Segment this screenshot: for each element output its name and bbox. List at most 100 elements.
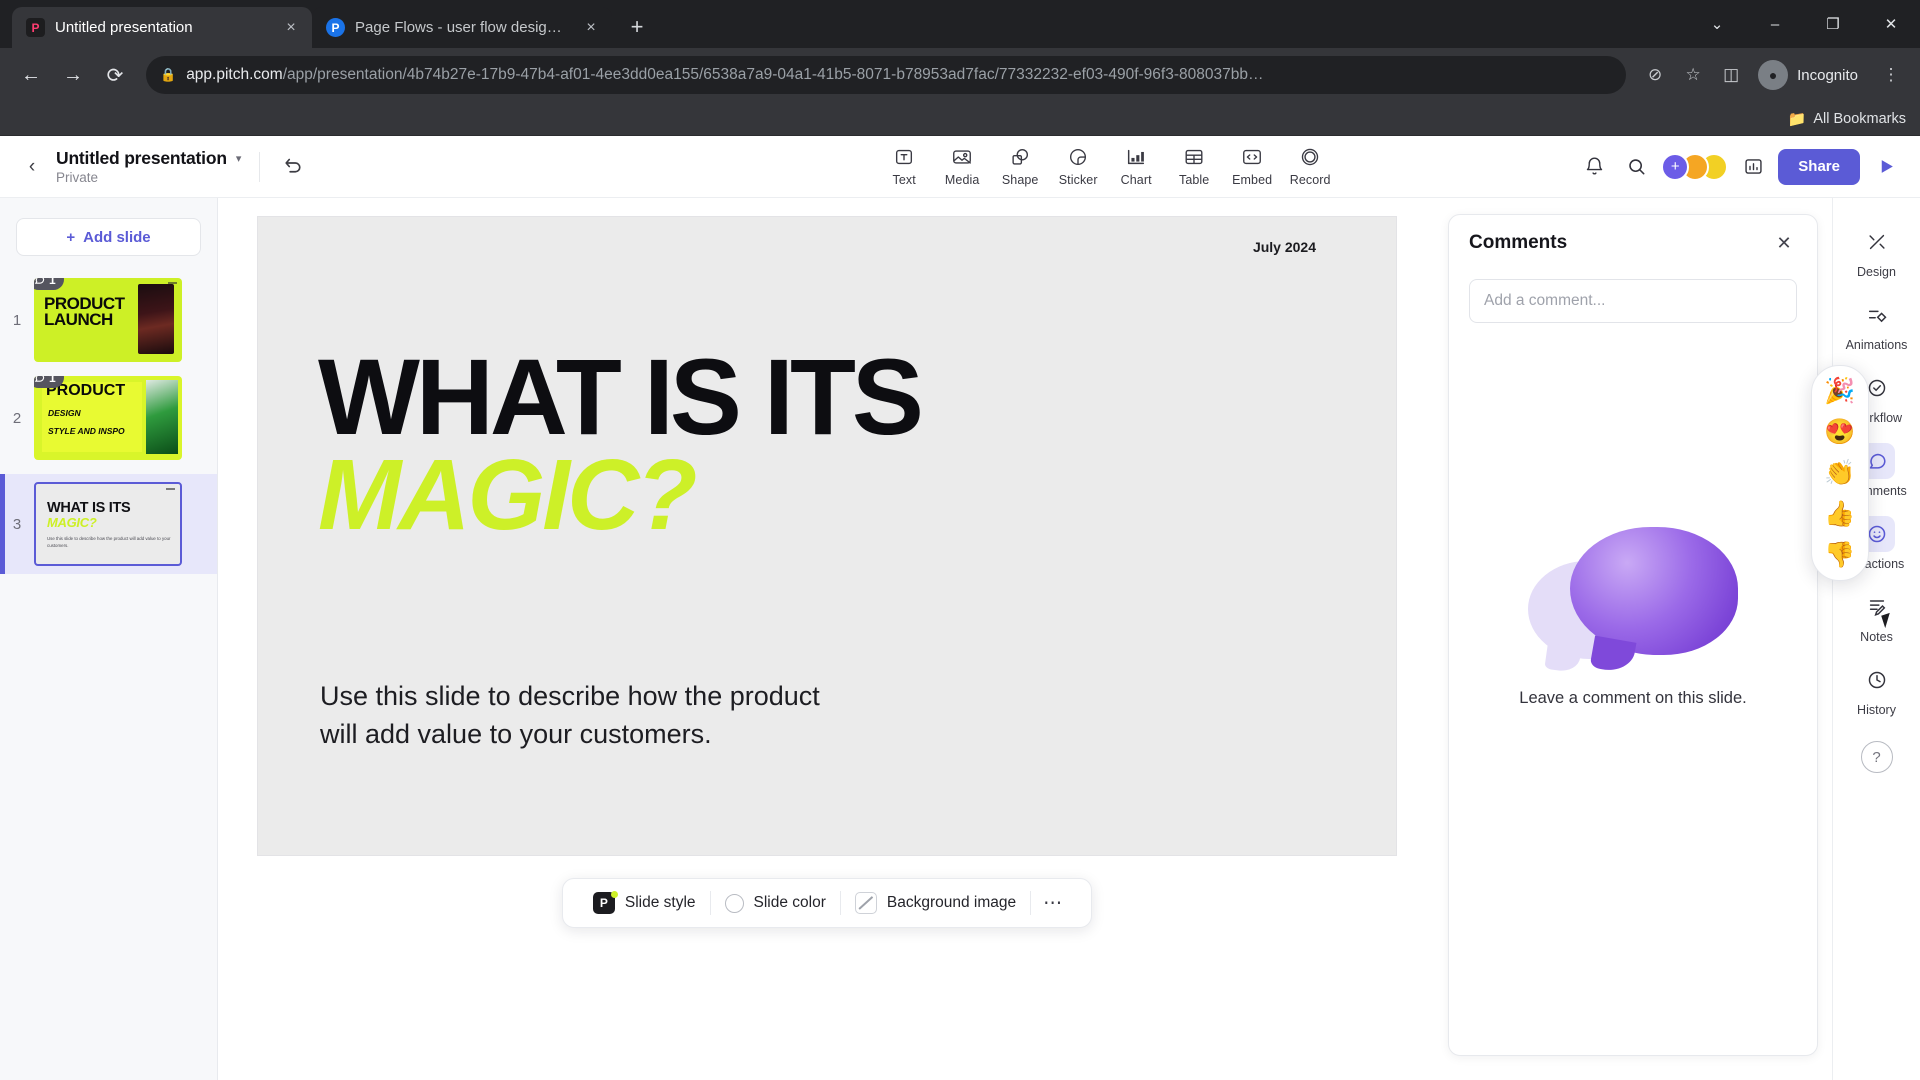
chevron-down-icon[interactable]: ▾ (236, 152, 242, 165)
window-controls: ⌄ – ❐ ✕ (1688, 0, 1920, 48)
eye-off-icon[interactable]: ⊘ (1638, 58, 1672, 92)
collaborator-avatars[interactable]: + (1661, 152, 1729, 181)
back-to-dashboard-icon[interactable]: ‹ (16, 151, 48, 183)
slide-style-label: Slide style (624, 894, 696, 911)
add-slide-label: Add slide (83, 228, 151, 246)
comment-count-badge: 1 (34, 278, 64, 290)
undo-icon[interactable] (278, 151, 310, 183)
bell-icon[interactable] (1577, 150, 1611, 184)
browser-menu-icon[interactable]: ⋮ (1874, 58, 1908, 92)
maximize-icon[interactable]: ❐ (1804, 0, 1862, 48)
incognito-avatar-icon: ● (1758, 60, 1789, 90)
tool-embed[interactable]: Embed (1223, 143, 1281, 190)
slide-heading-line2[interactable]: MAGIC? (318, 445, 697, 545)
rail-item-history[interactable]: History (1838, 654, 1916, 723)
party-popper-reaction[interactable]: 🎉 (1823, 374, 1857, 408)
forward-icon[interactable]: → (54, 56, 92, 94)
tool-table[interactable]: Table (1165, 143, 1223, 190)
reload-icon[interactable]: ⟳ (96, 56, 134, 94)
slide-canvas[interactable]: July 2024 WHAT IS ITS MAGIC? Use this sl… (257, 216, 1397, 856)
right-rail: Design Animations Workflow Comments Reac… (1832, 198, 1920, 1080)
reactions-popover: 🎉 😍 👏 👍 👎 (1811, 365, 1869, 581)
new-tab-button[interactable]: + (620, 10, 654, 44)
browser-tab-2[interactable]: P Page Flows - user flow design in × (312, 7, 612, 48)
plus-icon: + (66, 228, 76, 246)
folder-icon: 📁 (1787, 110, 1807, 128)
clap-reaction[interactable]: 👏 (1823, 456, 1857, 490)
slide-thumbnail-3[interactable]: 3 WHAT IS ITS MAGIC? Use this slide to d… (0, 474, 217, 574)
comments-title: Comments (1469, 232, 1568, 253)
tool-label: Embed (1232, 173, 1273, 187)
help-icon[interactable]: ? (1860, 741, 1893, 773)
browser-tab-1[interactable]: P Untitled presentation × (12, 7, 312, 48)
rail-item-animations[interactable]: Animations (1838, 289, 1916, 358)
slide-thumbnail-1[interactable]: 1 1 PRODUCT LAUNCH (0, 278, 217, 362)
thumbs-down-reaction[interactable]: 👎 (1823, 538, 1857, 572)
slide-style-button[interactable]: P Slide style (579, 891, 710, 914)
thumb-canvas[interactable]: WHAT IS ITS MAGIC? Use this slide to des… (34, 482, 182, 566)
slides-sidebar: + Add slide 1 1 PRODUCT LAUNCH 2 1 PRODU… (0, 198, 218, 1080)
toolbar-right-actions: + Share (1577, 148, 1904, 185)
tool-media[interactable]: Media (933, 143, 991, 190)
incognito-profile-button[interactable]: ● Incognito (1752, 57, 1870, 93)
tab-close-icon[interactable]: × (580, 17, 602, 39)
slide-body-text[interactable]: Use this slide to describe how the produ… (320, 677, 820, 754)
back-icon[interactable]: ← (12, 56, 50, 94)
canvas-area: July 2024 WHAT IS ITS MAGIC? Use this sl… (218, 198, 1436, 1080)
slide-date[interactable]: July 2024 (1253, 239, 1316, 255)
chevron-down-icon[interactable]: ⌄ (1688, 0, 1746, 48)
thumbs-up-reaction[interactable]: 👍 (1823, 497, 1857, 531)
rail-item-notes[interactable]: Notes (1838, 581, 1916, 650)
thumb-body: Use this slide to describe how the produ… (47, 536, 171, 548)
page-title[interactable]: Untitled presentation (56, 148, 227, 169)
slide-menu-icon[interactable] (166, 488, 175, 490)
thumb-title: PRODUCT LAUNCH (44, 294, 125, 330)
tool-record[interactable]: Record (1281, 143, 1339, 190)
slide-color-button[interactable]: Slide color (711, 893, 840, 913)
thumb-canvas[interactable]: 1 PRODUCT DESIGN STYLE AND INSPO (34, 376, 182, 460)
tool-label: Chart (1120, 173, 1152, 187)
thumb-canvas[interactable]: 1 PRODUCT LAUNCH (34, 278, 182, 362)
close-icon[interactable]: ✕ (1862, 0, 1920, 48)
tool-label: Table (1178, 173, 1210, 187)
no-image-icon (854, 892, 877, 914)
tool-chart[interactable]: Chart (1107, 143, 1165, 190)
side-panel-icon[interactable]: ◫ (1714, 58, 1748, 92)
background-image-button[interactable]: Background image (841, 892, 1030, 914)
comment-count: 1 (49, 376, 56, 385)
add-collaborator-button[interactable]: + (1661, 152, 1690, 181)
add-comment-input[interactable]: Add a comment... (1469, 279, 1797, 323)
comment-count: 1 (49, 278, 56, 287)
comment-icon (34, 278, 45, 284)
all-bookmarks-button[interactable]: 📁 All Bookmarks (1788, 110, 1906, 128)
tool-label: Shape (1001, 173, 1039, 187)
thumb-photo (138, 284, 174, 354)
rail-item-design[interactable]: Design (1838, 216, 1916, 285)
lock-icon: 🔒 (160, 67, 177, 82)
url-input[interactable]: 🔒 app.pitch.com/app/presentation/4b74b27… (146, 56, 1627, 94)
share-button[interactable]: Share (1778, 148, 1860, 185)
more-options-icon[interactable]: ⋯ (1031, 892, 1075, 915)
present-play-icon[interactable] (1868, 149, 1904, 185)
slide-thumbnail-2[interactable]: 2 1 PRODUCT DESIGN STYLE AND INSPO (0, 376, 217, 460)
slide-heading-line1[interactable]: WHAT IS ITS (318, 342, 924, 450)
minimize-icon[interactable]: – (1746, 0, 1804, 48)
rail-label: Notes (1860, 630, 1893, 644)
tool-text[interactable]: Text (875, 143, 933, 190)
color-circle-icon (724, 893, 744, 913)
search-icon[interactable] (1619, 150, 1653, 184)
analytics-icon[interactable] (1736, 150, 1770, 184)
url-text: app.pitch.com/app/presentation/4b74b27e-… (186, 66, 1264, 83)
tool-sticker[interactable]: Sticker (1049, 143, 1107, 190)
star-icon[interactable]: ☆ (1676, 58, 1710, 92)
slide-style-bar: P Slide style Slide color Background ima… (561, 878, 1093, 928)
tab-close-icon[interactable]: × (280, 17, 302, 39)
tool-shape[interactable]: Shape (991, 143, 1049, 190)
close-icon[interactable]: ✕ (1771, 230, 1797, 256)
thumb-subtitle: MAGIC? (47, 515, 97, 530)
tool-label: Sticker (1058, 173, 1098, 187)
tab-strip: P Untitled presentation × P Page Flows -… (0, 0, 1920, 48)
thumb-title: WHAT IS ITS (47, 500, 131, 516)
add-slide-button[interactable]: + Add slide (16, 218, 201, 256)
heart-eyes-reaction[interactable]: 😍 (1823, 415, 1857, 449)
